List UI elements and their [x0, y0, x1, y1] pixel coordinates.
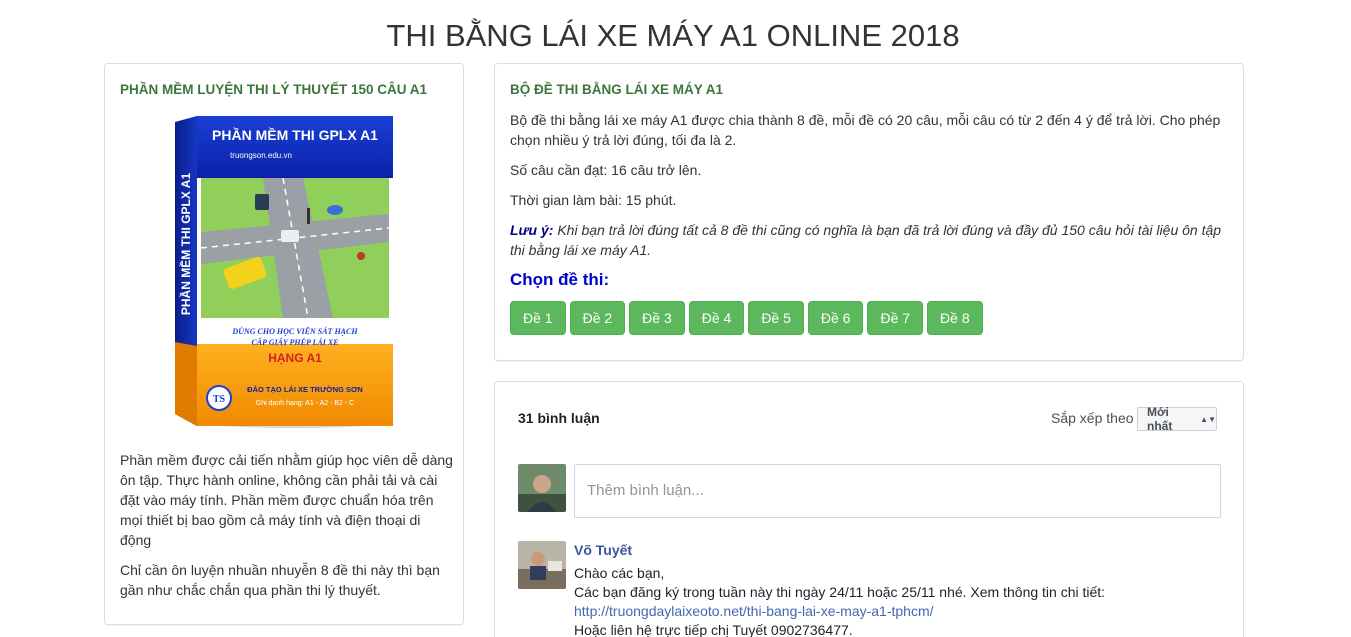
software-panel-title: PHẦN MỀM LUYỆN THI LÝ THUYẾT 150 CÂU A1: [120, 82, 428, 97]
box-school: ĐÀO TẠO LÁI XE TRƯỜNG SƠN: [247, 385, 363, 394]
sort-select-value: Mới nhất: [1147, 405, 1173, 433]
box-site: truongson.edu.vn: [230, 151, 292, 160]
comment-line-1: Chào các bạn,: [574, 565, 665, 581]
exam-3-button[interactable]: Đề 3: [629, 301, 685, 335]
box-class: HẠNG A1: [268, 351, 322, 365]
choose-exam-label: Chọn đề thi:: [510, 270, 610, 289]
software-description: Phần mềm được cải tiến nhằm giúp học viê…: [120, 450, 455, 610]
software-panel: PHẦN MỀM LUYỆN THI LÝ THUYẾT 150 CÂU A1: [104, 63, 464, 625]
comment-count: 31 bình luận: [518, 410, 600, 426]
comment-line-2: Các bạn đăng ký trong tuần này thi ngày …: [574, 584, 1106, 600]
comment-link[interactable]: http://truongdaylaixeoto.net/thi-bang-la…: [574, 603, 934, 619]
commenter-avatar[interactable]: [518, 541, 566, 589]
exam-1-button[interactable]: Đề 1: [510, 301, 566, 335]
exam-6-button[interactable]: Đề 6: [807, 301, 864, 335]
note-text: Khi bạn trả lời đúng tất cả 8 đề thi cũn…: [510, 222, 1222, 258]
box-desc-line1: DÙNG CHO HỌC VIÊN SÁT HẠCH: [231, 326, 358, 336]
exam-info-note: Lưu ý: Khi bạn trả lời đúng tất cả 8 đề …: [510, 220, 1230, 260]
exam-2-button[interactable]: Đề 2: [569, 301, 626, 335]
sort-arrows-icon: ▲▼: [1200, 414, 1216, 424]
software-desc-paragraph-2: Chỉ cần ôn luyện nhuần nhuyễn 8 đề thi n…: [120, 562, 440, 598]
software-box-image: PHẦN MỀM THI GPLX A1 truongson.edu.vn PH…: [163, 114, 399, 432]
exam-info-panel: BỘ ĐỀ THI BẰNG LÁI XE MÁY A1 Bộ đề thi b…: [494, 63, 1244, 361]
note-label: Lưu ý:: [510, 222, 554, 238]
exam-info-structure: Bộ đề thi bằng lái xe máy A1 được chia t…: [510, 112, 1221, 148]
box-classes: Ghi danh hạng: A1 - A2 - B2 - C: [256, 400, 354, 407]
comment-author-link[interactable]: Võ Tuyết: [574, 542, 632, 558]
comments-panel: 31 bình luận Sắp xếp theo Mới nhất ▲▼ Th…: [494, 381, 1244, 637]
comment-input[interactable]: Thêm bình luận...: [574, 464, 1221, 518]
exam-7-button[interactable]: Đề 7: [867, 301, 924, 335]
box-top-title: PHẦN MỀM THI GPLX A1: [212, 127, 378, 143]
comment-line-3: Hoặc liên hệ trực tiếp chị Tuyết 0902736…: [574, 622, 853, 637]
comment-body: Chào các bạn, Các bạn đăng ký trong tuần…: [574, 564, 1214, 637]
page-title: THI BẰNG LÁI XE MÁY A1 ONLINE 2018: [386, 18, 960, 53]
box-desc-line2: CẤP GIẤY PHÉP LÁI XE: [251, 337, 338, 347]
exam-5-button[interactable]: Đề 5: [748, 301, 804, 335]
sort-label: Sắp xếp theo: [1051, 410, 1134, 426]
exam-info-title: BỘ ĐỀ THI BẰNG LÁI XE MÁY A1: [510, 82, 724, 97]
software-desc-paragraph-1: Phần mềm được cải tiến nhằm giúp học viê…: [120, 452, 453, 548]
sort-select[interactable]: Mới nhất ▲▼: [1137, 405, 1217, 433]
box-logo-text: TS: [213, 394, 226, 405]
exam-info-body: Bộ đề thi bằng lái xe máy A1 được chia t…: [510, 110, 1230, 270]
current-user-avatar: [518, 464, 566, 512]
exam-button-group: Đề 1 Đề 2 Đề 3 Đề 4 Đề 5 Đề 6 Đề 7 Đề 8: [510, 301, 983, 335]
exam-info-duration: Thời gian làm bài: 15 phút.: [510, 192, 677, 208]
exam-info-pass-score: Số câu cần đạt: 16 câu trở lên.: [510, 162, 702, 178]
exam-4-button[interactable]: Đề 4: [688, 301, 745, 335]
box-side-title: PHẦN MỀM THI GPLX A1: [178, 173, 193, 316]
exam-8-button[interactable]: Đề 8: [927, 301, 983, 335]
